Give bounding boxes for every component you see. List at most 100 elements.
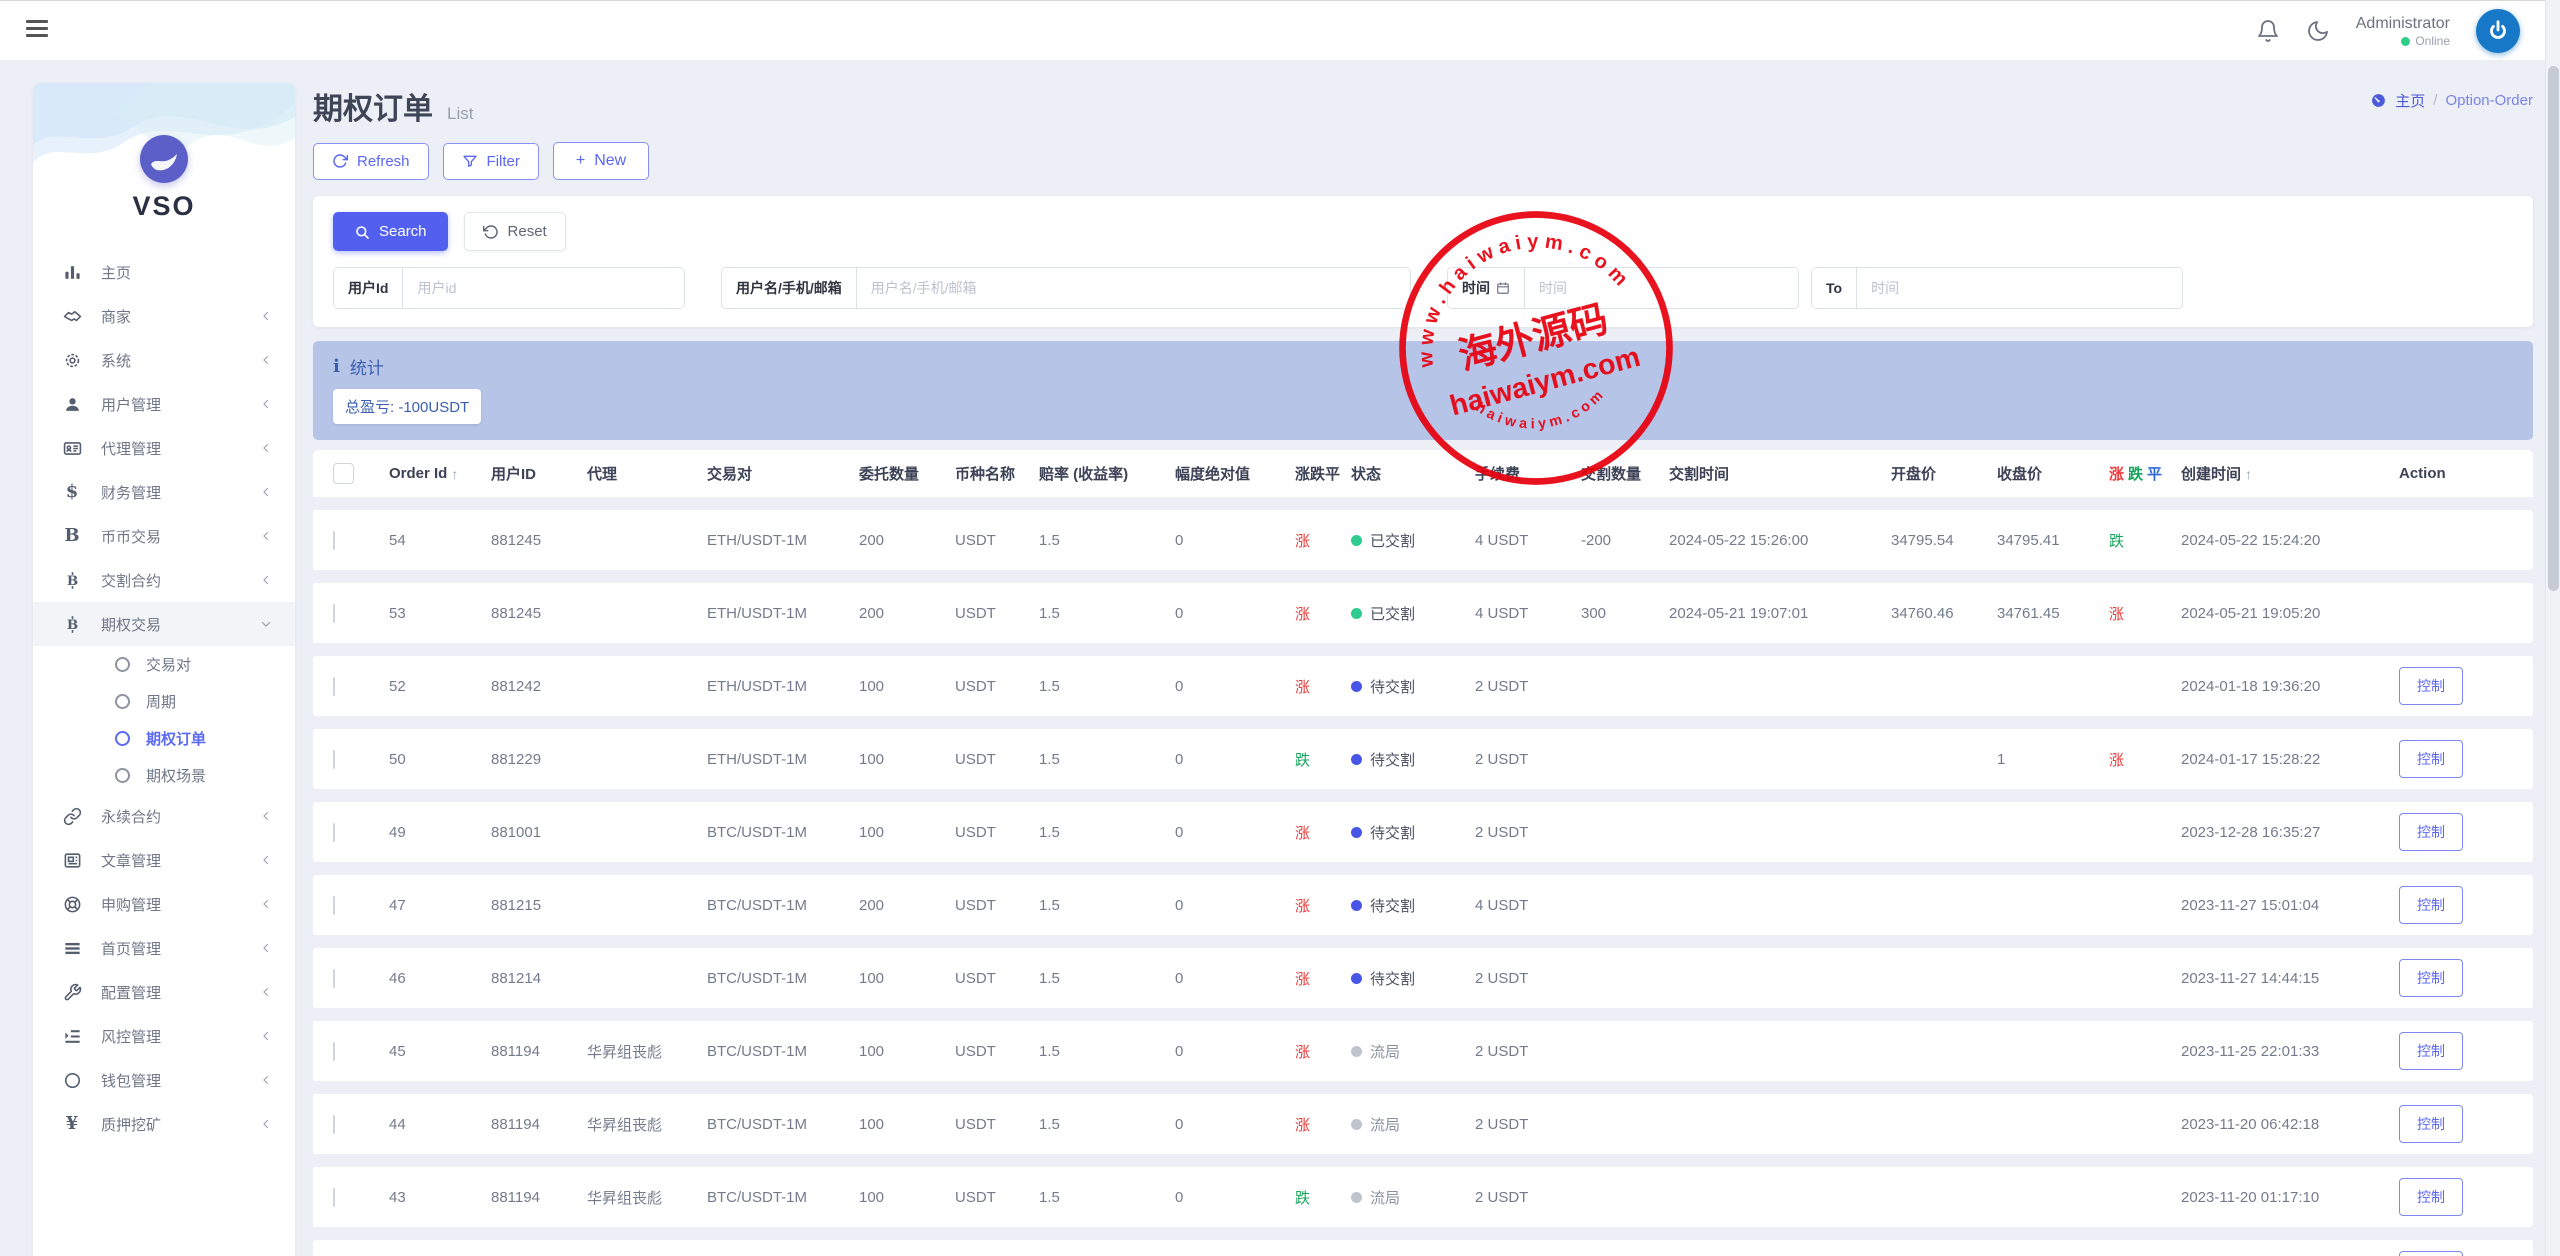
row-checkbox[interactable]: [333, 896, 335, 915]
btc-icon: [57, 571, 87, 590]
sidebar-item-2[interactable]: 商家: [33, 294, 295, 338]
cell-qty: 100: [859, 678, 955, 695]
cell-direction: 跌: [1295, 1187, 1351, 1208]
logo-text: VSO: [33, 191, 295, 222]
filter-input-2[interactable]: [857, 268, 1410, 308]
sort-arrow-icon[interactable]: ↑: [451, 466, 458, 482]
sort-arrow-icon[interactable]: ↑: [2245, 466, 2252, 482]
cell-qty: 200: [859, 897, 955, 914]
control-button[interactable]: 控制: [2399, 1251, 2463, 1256]
control-button[interactable]: 控制: [2399, 1032, 2463, 1070]
table-header-幅度绝对值: 幅度绝对值: [1175, 463, 1295, 484]
control-button[interactable]: 控制: [2399, 813, 2463, 851]
chevron-left-icon: [259, 309, 273, 323]
sidebar-item-5[interactable]: 代理管理: [33, 426, 295, 470]
sidebar-item-4[interactable]: 用户管理: [33, 382, 295, 426]
sidebar-item-label: 钱包管理: [101, 1070, 259, 1091]
filter-field-1: 用户Id: [333, 267, 685, 309]
control-button[interactable]: 控制: [2399, 959, 2463, 997]
row-checkbox[interactable]: [333, 750, 335, 769]
page-scrollbar: [2545, 0, 2560, 1256]
logo[interactable]: VSO: [33, 83, 295, 222]
row-checkbox[interactable]: [333, 969, 335, 988]
status-dot-icon: [1351, 827, 1362, 838]
sidebar-item-7[interactable]: B币币交易: [33, 514, 295, 558]
sidebar-item-label: 商家: [101, 306, 259, 327]
status-dot-icon: [1351, 1192, 1362, 1203]
filter-input-4[interactable]: [1857, 268, 2182, 308]
cell-amp: 0: [1175, 751, 1295, 768]
refresh-button[interactable]: Refresh: [313, 143, 429, 180]
sidebar-item-16[interactable]: 钱包管理: [33, 1058, 295, 1102]
cell-id: 43: [389, 1189, 491, 1206]
cell-fee: 4 USDT: [1475, 532, 1581, 549]
table-row: 54881245ETH/USDT-1M200USDT1.50涨已交割4 USDT…: [313, 510, 2533, 570]
sidebar-item-14[interactable]: 配置管理: [33, 970, 295, 1014]
cell-odds: 1.5: [1039, 1043, 1175, 1060]
cell-direction: 涨: [1295, 530, 1351, 551]
search-button[interactable]: Search: [333, 212, 448, 251]
reset-button[interactable]: Reset: [464, 212, 566, 251]
sidebar-item-8[interactable]: 交割合约: [33, 558, 295, 602]
control-button[interactable]: 控制: [2399, 667, 2463, 705]
filter-fields: 用户Id用户名/手机/邮箱时间To: [333, 267, 2513, 309]
sidebar-subitem-期权订单[interactable]: 期权订单: [33, 720, 295, 757]
sidebar-subitem-期权场景[interactable]: 期权场景: [33, 757, 295, 794]
control-button[interactable]: 控制: [2399, 740, 2463, 778]
filter-button[interactable]: Filter: [443, 143, 539, 180]
chevron-left-icon: [259, 941, 273, 955]
cell-odds: 1.5: [1039, 1189, 1175, 1206]
row-checkbox[interactable]: [333, 531, 335, 550]
sidebar-subitem-label: 期权场景: [146, 765, 206, 786]
bell-icon[interactable]: [2256, 19, 2280, 43]
sidebar-item-1[interactable]: 主页: [33, 250, 295, 294]
cell-action: 控制: [2399, 959, 2513, 997]
sidebar-subitem-label: 交易对: [146, 654, 191, 675]
row-checkbox[interactable]: [333, 1042, 335, 1061]
table-header-状态: 状态: [1351, 463, 1475, 484]
outdent-icon: [57, 1027, 87, 1046]
circle-bullet-icon: [115, 657, 130, 672]
avatar[interactable]: [2476, 9, 2520, 53]
row-checkbox[interactable]: [333, 677, 335, 696]
new-button[interactable]: + New: [553, 142, 649, 180]
row-checkbox[interactable]: [333, 604, 335, 623]
sidebar-item-11[interactable]: 文章管理: [33, 838, 295, 882]
scrollbar-thumb[interactable]: [2548, 66, 2559, 591]
moon-icon[interactable]: [2306, 19, 2330, 43]
control-button[interactable]: 控制: [2399, 886, 2463, 924]
sidebar-item-label: 永续合约: [101, 806, 259, 827]
row-checkbox[interactable]: [333, 823, 335, 842]
sidebar-item-10[interactable]: 永续合约: [33, 794, 295, 838]
filter-input-1[interactable]: [403, 268, 684, 308]
row-checkbox[interactable]: [333, 1115, 335, 1134]
cell-fee: 2 USDT: [1475, 1043, 1581, 1060]
cell-odds: 1.5: [1039, 605, 1175, 622]
hamburger-menu-icon[interactable]: [26, 20, 48, 41]
sidebar-item-3[interactable]: 系统: [33, 338, 295, 382]
sidebar-item-15[interactable]: 风控管理: [33, 1014, 295, 1058]
sidebar-subitem-交易对[interactable]: 交易对: [33, 646, 295, 683]
row-checkbox[interactable]: [333, 1188, 335, 1207]
filter-input-3[interactable]: [1525, 268, 1798, 308]
cell-checkbox: [333, 1043, 389, 1060]
sidebar-item-12[interactable]: 申购管理: [33, 882, 295, 926]
sidebar-subitem-周期[interactable]: 周期: [33, 683, 295, 720]
sidebar-item-13[interactable]: 首页管理: [33, 926, 295, 970]
cell-direction: 涨: [1295, 822, 1351, 843]
control-button[interactable]: 控制: [2399, 1178, 2463, 1216]
table-header-开盘价: 开盘价: [1891, 463, 1997, 484]
breadcrumb-home[interactable]: 主页: [2395, 90, 2425, 111]
sidebar-item-9[interactable]: 期权交易: [33, 602, 295, 646]
sidebar-item-label: 申购管理: [101, 894, 259, 915]
control-button[interactable]: 控制: [2399, 1105, 2463, 1143]
sidebar-item-17[interactable]: ¥质押挖矿: [33, 1102, 295, 1146]
cell-coin: USDT: [955, 1189, 1039, 1206]
cell-coin: USDT: [955, 532, 1039, 549]
cell-pair: BTC/USDT-1M: [707, 1189, 859, 1206]
select-all-checkbox[interactable]: [333, 463, 354, 484]
cell-id: 49: [389, 824, 491, 841]
sidebar-item-6[interactable]: $财务管理: [33, 470, 295, 514]
chevron-left-icon: [259, 397, 273, 411]
table-header-用户ID: 用户ID: [491, 463, 587, 484]
